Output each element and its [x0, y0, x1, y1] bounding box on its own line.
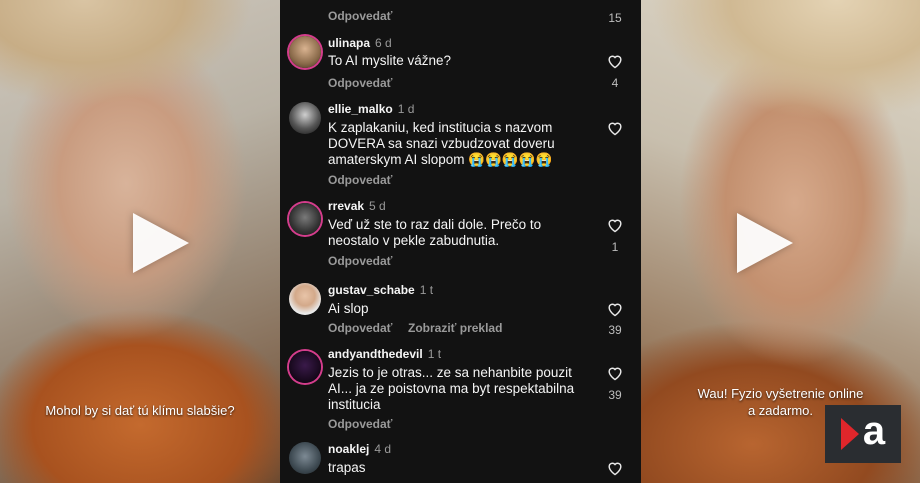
heart-icon[interactable]	[606, 365, 624, 381]
comment-username[interactable]: rrevak 5 d	[328, 199, 386, 213]
comment-username[interactable]: noaklej 4 d	[328, 442, 391, 456]
avatar[interactable]	[289, 102, 321, 134]
like-count: 39	[608, 388, 622, 402]
comment-username[interactable]: andyandthedevil 1 t	[328, 347, 441, 361]
play-icon[interactable]	[737, 213, 793, 273]
avatar[interactable]	[289, 442, 321, 474]
left-video-subtitle: Mohol by si dať tú klímu slabšie?	[45, 403, 235, 418]
comment-username[interactable]: ellie_malko 1 d	[328, 102, 414, 116]
comments-panel: Odpovedať 15 ulinapa 6 d To AI myslite vá…	[280, 0, 641, 483]
comment-text: Veď už ste to raz dali dole. Prečo to ne…	[328, 217, 542, 248]
reply-button[interactable]: Odpovedať	[328, 173, 392, 187]
avatar[interactable]	[289, 351, 321, 383]
comment-text: K zaplakaniu, ked institucia s nazvom DO…	[328, 120, 555, 167]
reply-button[interactable]: Odpovedať	[328, 321, 392, 335]
heart-icon[interactable]	[606, 120, 624, 136]
comment-text: To AI myslite vážne?	[328, 53, 452, 68]
heart-icon[interactable]	[606, 460, 624, 476]
translate-button[interactable]: Zobraziť preklad	[408, 321, 502, 335]
reply-button[interactable]: Odpovedať	[328, 417, 392, 431]
comment-text: Ai slop	[328, 301, 369, 316]
like-count: 15	[608, 11, 622, 25]
left-video[interactable]: Mohol by si dať tú klímu slabšie?	[0, 0, 280, 483]
comment-username[interactable]: gustav_schabe 1 t	[328, 283, 433, 297]
chevron-right-icon	[840, 418, 859, 450]
comment-username[interactable]: ulinapa 6 d	[328, 36, 392, 50]
reply-button[interactable]: Odpovedať	[328, 254, 392, 268]
like-count: 39	[608, 323, 622, 337]
like-count: 1	[611, 240, 619, 254]
brand-logo: a	[825, 405, 901, 463]
like-count: 4	[611, 76, 619, 90]
comment-text: Jezis to je otras... ze sa nehanbite pou…	[328, 365, 575, 412]
heart-icon[interactable]	[606, 217, 624, 233]
heart-icon[interactable]	[606, 301, 624, 317]
avatar[interactable]	[289, 203, 321, 235]
avatar[interactable]	[289, 283, 321, 315]
reply-button[interactable]: Odpovedať	[328, 9, 392, 23]
logo-letter: a	[862, 409, 886, 453]
play-icon[interactable]	[133, 213, 189, 273]
reply-button[interactable]: Odpovedať	[328, 76, 392, 90]
comment-text: trapas	[328, 460, 366, 475]
avatar[interactable]	[289, 36, 321, 68]
heart-icon[interactable]	[606, 53, 624, 69]
